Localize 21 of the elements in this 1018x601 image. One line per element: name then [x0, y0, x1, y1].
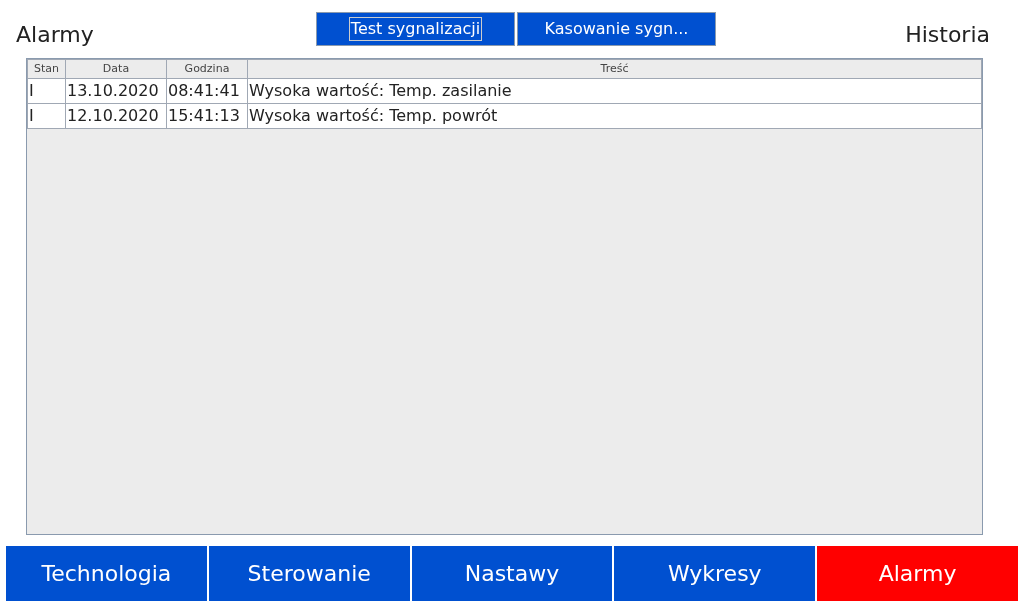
- action-button[interactable]: Test sygnalizacji: [316, 12, 515, 46]
- column-header: Data: [65, 59, 167, 79]
- nav-tab[interactable]: Sterowanie: [208, 546, 410, 601]
- table-cell: I: [27, 103, 66, 129]
- nav-tab[interactable]: Nastawy: [411, 546, 613, 601]
- action-button[interactable]: Kasowanie sygn...: [517, 12, 716, 46]
- column-header: Godzina: [166, 59, 248, 79]
- column-header: Treść: [247, 59, 982, 79]
- nav-tab[interactable]: Technologia: [6, 546, 207, 601]
- table-cell: 13.10.2020: [65, 78, 167, 104]
- table-cell: 15:41:13: [166, 103, 248, 129]
- table-cell: I: [27, 78, 66, 104]
- nav-tab[interactable]: Wykresy: [614, 546, 816, 601]
- nav-tab[interactable]: Alarmy: [817, 546, 1018, 601]
- page-title: Alarmy: [16, 21, 95, 49]
- table-cell: 12.10.2020: [65, 103, 167, 129]
- table-cell: 08:41:41: [166, 78, 248, 104]
- table-cell: Wysoka wartość: Temp. zasilanie: [247, 78, 982, 104]
- table-cell: Wysoka wartość: Temp. powrót: [247, 103, 982, 129]
- history-label: Historia: [905, 21, 990, 49]
- column-header: Stan: [27, 59, 66, 79]
